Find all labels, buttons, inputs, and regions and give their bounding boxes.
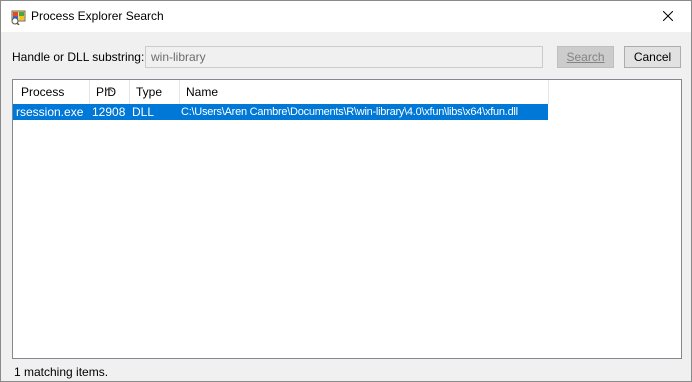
close-button[interactable] [645,1,691,32]
results-list[interactable]: Process PID Type Name rsession.exe 12908… [12,79,682,359]
cell-type: DLL [132,105,155,119]
process-explorer-icon [10,8,27,26]
window-title: Process Explorer Search [31,9,164,23]
status-text: 1 matching items. [14,365,109,379]
cell-pid: 12908 [92,105,126,119]
column-label: Process [21,85,65,99]
cell-name: C:\Users\Aren Cambre\Documents\R\win-lib… [181,106,518,118]
search-button[interactable]: Search [557,46,614,68]
cancel-button-label: Cancel [633,50,672,64]
search-input[interactable] [145,46,543,68]
cancel-button[interactable]: Cancel [624,46,681,68]
column-header-name[interactable]: Name [180,80,549,104]
column-header-process[interactable]: Process [13,80,90,104]
cell-process: rsession.exe [16,105,84,119]
close-icon [662,10,674,24]
column-header-type[interactable]: Type [130,80,180,104]
list-header: Process PID Type Name [13,80,549,104]
column-label: Type [136,85,163,99]
column-header-pid[interactable]: PID [90,80,130,104]
sort-ascending-icon [104,77,114,102]
search-label: Handle or DLL substring: [12,50,145,64]
title-bar[interactable]: Process Explorer Search [1,1,691,32]
search-dialog: Process Explorer Search Handle or DLL su… [0,0,692,382]
table-row[interactable]: rsession.exe 12908 DLL C:\Users\Aren Cam… [13,104,548,120]
column-label: Name [186,85,219,99]
search-button-label: Search [566,50,605,64]
